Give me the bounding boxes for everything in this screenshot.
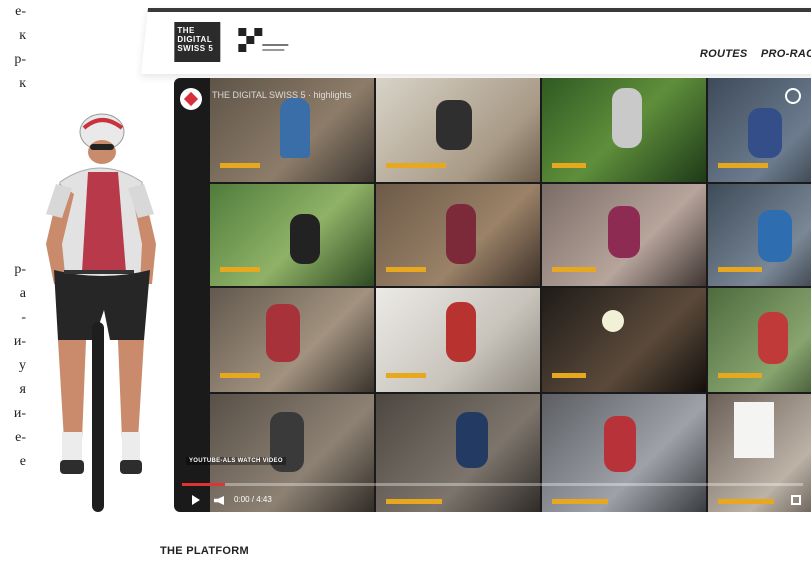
nav-routes[interactable]: ROUTES xyxy=(700,48,748,60)
fullscreen-icon[interactable] xyxy=(791,495,801,505)
video-progress-bar[interactable] xyxy=(182,483,803,486)
watch-on-youtube-label[interactable]: YOUTUBE-ALS WATCH VIDEO xyxy=(186,457,286,465)
share-icon[interactable] xyxy=(785,88,801,104)
video-tile xyxy=(210,184,374,286)
video-tile xyxy=(708,184,811,286)
video-frame-grid xyxy=(210,78,811,512)
video-title[interactable]: THE DIGITAL SWISS 5 · highlights xyxy=(212,90,352,100)
video-tile xyxy=(542,184,706,286)
logo-line: DIGITAL xyxy=(177,35,213,44)
digital-swiss-logo[interactable]: THE DIGITAL SWISS 5 xyxy=(174,22,221,62)
video-tile xyxy=(542,78,706,182)
fragment: р- xyxy=(14,52,26,67)
volume-icon[interactable] xyxy=(214,496,224,505)
video-tile xyxy=(708,288,811,392)
fragment: я xyxy=(19,382,26,397)
fragment: е xyxy=(19,454,26,469)
channel-avatar-icon[interactable] xyxy=(180,88,202,110)
video-time: 0:00 / 4:43 xyxy=(234,495,272,504)
play-icon[interactable] xyxy=(192,495,200,505)
section-title: THE PLATFORM xyxy=(160,545,249,557)
video-tile xyxy=(376,184,540,286)
main-nav: ROUTES PRO-RAC xyxy=(700,48,811,60)
fragment: у xyxy=(19,358,26,373)
fragment: и- xyxy=(13,334,26,349)
left-article-fragments: e- к р- к xyxy=(0,0,26,96)
nav-pro-race[interactable]: PRO-RAC xyxy=(761,48,811,60)
video-tile xyxy=(376,288,540,392)
fragment: - xyxy=(21,310,26,325)
site-header: THE DIGITAL SWISS 5 ROUTES PRO-RAC xyxy=(141,8,811,74)
video-tile xyxy=(376,78,540,182)
fragment: а xyxy=(19,286,26,301)
logo-line: THE xyxy=(177,26,195,35)
fragment: e- xyxy=(15,4,26,19)
partner-logo xyxy=(238,28,289,52)
video-controls: 0:00 / 4:43 xyxy=(174,490,811,512)
left-article-fragments-lower: р- а - и- у я и- е- е xyxy=(0,258,26,474)
video-tile xyxy=(542,288,706,392)
logo-line: SWISS 5 xyxy=(177,44,214,53)
fragment: е- xyxy=(15,430,26,445)
fragment: к xyxy=(19,28,26,43)
video-progress-fill xyxy=(182,483,226,486)
fragment: к xyxy=(19,76,26,91)
cyclist-illustration xyxy=(46,113,156,512)
video-tile xyxy=(210,288,374,392)
video-player[interactable]: THE DIGITAL SWISS 5 · highlights YOUTUBE… xyxy=(174,78,811,512)
fragment: и- xyxy=(13,406,26,421)
fragment: р- xyxy=(14,262,26,277)
